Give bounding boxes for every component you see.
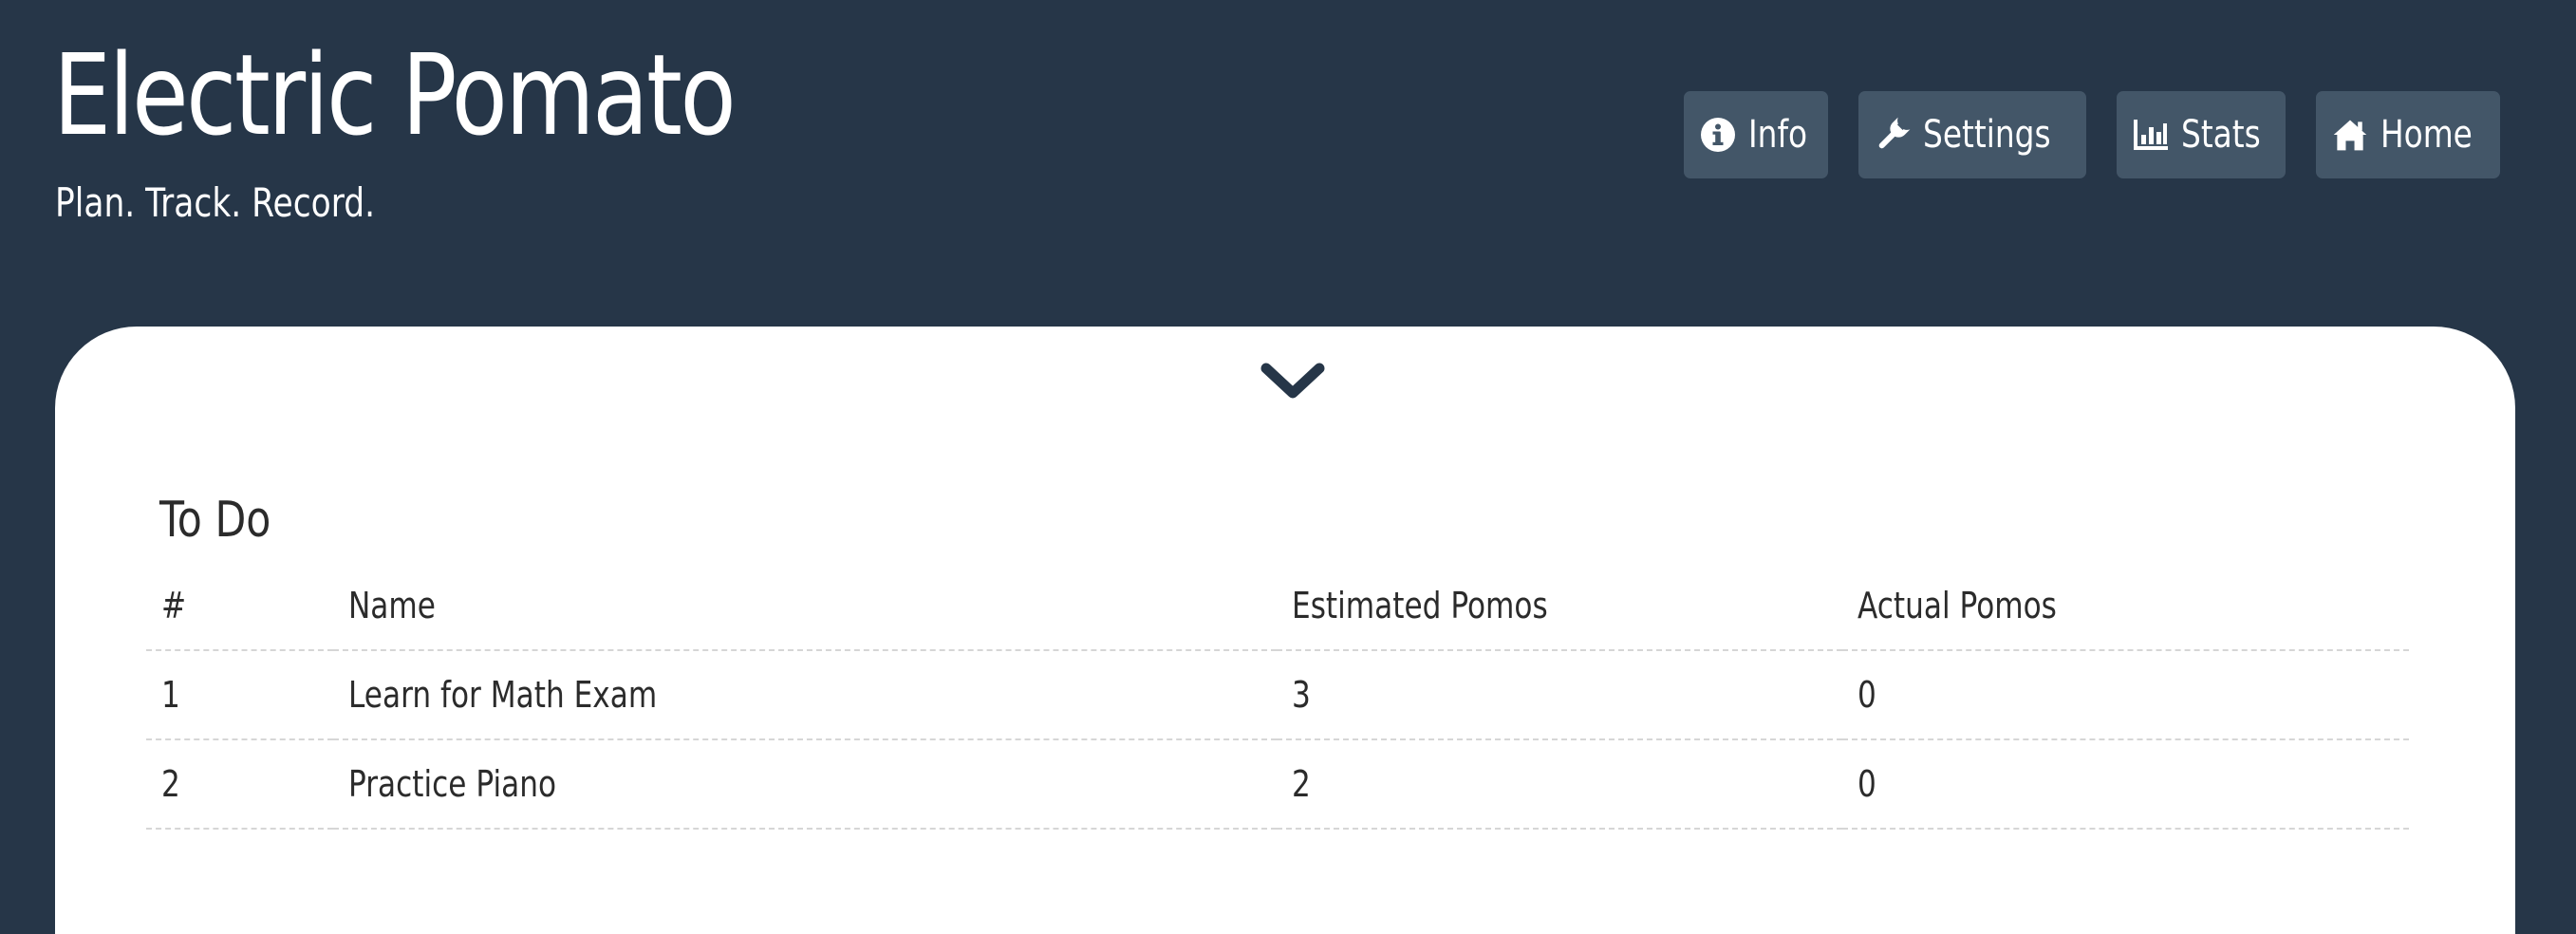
column-header-actual: Actual Pomos — [1842, 562, 2409, 651]
section-title: To Do — [159, 492, 271, 549]
estimated-pomos: 2 — [1277, 739, 1842, 830]
table-row[interactable]: 1 Learn for Math Exam 3 0 — [146, 650, 2409, 740]
bar-chart-icon — [2132, 116, 2170, 154]
task-name: Practice Piano — [333, 739, 1277, 830]
todo-table: # Name Estimated Pomos Actual Pomos 1 Le… — [146, 562, 2409, 830]
column-header-name: Name — [333, 562, 1277, 651]
table-row[interactable]: 2 Practice Piano 2 0 — [146, 739, 2409, 830]
chevron-down-icon — [1260, 363, 1325, 399]
task-name: Learn for Math Exam — [333, 650, 1277, 740]
app-tagline: Plan. Track. Record. — [55, 179, 376, 226]
info-circle-icon — [1699, 116, 1737, 154]
todo-panel: To Do # Name Estimated Pomos Actual Pomo… — [55, 327, 2515, 934]
home-icon — [2331, 116, 2369, 154]
collapse-toggle[interactable] — [1253, 353, 1333, 410]
wrench-icon — [1874, 116, 1912, 154]
actual-pomos: 0 — [1842, 739, 2409, 830]
settings-button-label: Settings — [1922, 113, 2051, 157]
top-nav: Info Settings Stats Home — [1684, 91, 2500, 178]
estimated-pomos: 3 — [1277, 650, 1842, 740]
column-header-estimated: Estimated Pomos — [1277, 562, 1842, 651]
info-button[interactable]: Info — [1684, 91, 1828, 178]
actual-pomos: 0 — [1842, 650, 2409, 740]
table-header-row: # Name Estimated Pomos Actual Pomos — [146, 562, 2409, 651]
settings-button[interactable]: Settings — [1857, 91, 2086, 178]
info-button-label: Info — [1748, 113, 1808, 157]
stats-button-label: Stats — [2180, 113, 2261, 157]
home-button-label: Home — [2380, 113, 2473, 157]
app-title: Electric Pomato — [53, 29, 737, 160]
column-header-number: # — [146, 562, 333, 651]
stats-button[interactable]: Stats — [2116, 91, 2286, 178]
row-number: 1 — [146, 650, 333, 740]
row-number: 2 — [146, 739, 333, 830]
home-button[interactable]: Home — [2315, 91, 2500, 178]
